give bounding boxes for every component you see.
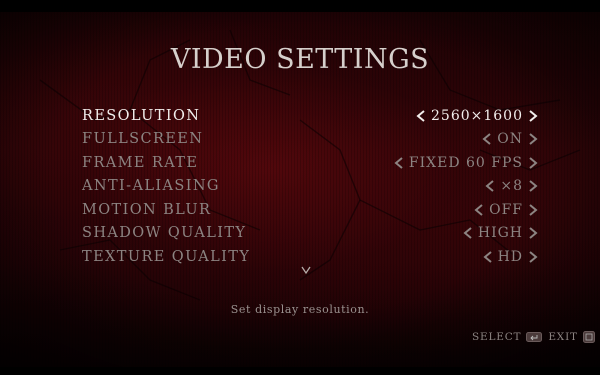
setting-label: ANTI-ALIASING xyxy=(82,178,220,195)
chevron-right-icon[interactable] xyxy=(526,179,540,193)
chevron-left-icon[interactable] xyxy=(483,179,497,193)
setting-row-anti-aliasing[interactable]: ANTI-ALIASING ×8 xyxy=(82,175,540,199)
setting-row-motion-blur[interactable]: MOTION BLUR OFF xyxy=(82,198,540,222)
setting-value-selector[interactable]: ON xyxy=(480,131,540,147)
setting-value-selector[interactable]: 2560×1600 xyxy=(414,108,540,124)
chevron-left-icon[interactable] xyxy=(480,132,494,146)
chevron-left-icon[interactable] xyxy=(414,109,428,123)
setting-value: HIGH xyxy=(477,225,523,242)
setting-label: RESOLUTION xyxy=(82,107,201,124)
chevron-right-icon[interactable] xyxy=(526,156,540,170)
chevron-left-icon[interactable] xyxy=(392,156,406,170)
chevron-right-icon[interactable] xyxy=(526,109,540,123)
chevron-left-icon[interactable] xyxy=(481,250,495,264)
setting-value-selector[interactable]: OFF xyxy=(472,202,540,218)
setting-row-resolution[interactable]: RESOLUTION 2560×1600 xyxy=(82,104,540,128)
settings-list: RESOLUTION 2560×1600 FULLSCREEN ON FRAME RAT… xyxy=(82,104,540,269)
setting-label: FULLSCREEN xyxy=(82,131,204,148)
setting-value-selector[interactable]: HD xyxy=(481,249,540,265)
setting-value: ×8 xyxy=(500,178,523,195)
setting-description: Set display resolution. xyxy=(230,303,370,316)
setting-row-fullscreen[interactable]: FULLSCREEN ON xyxy=(82,128,540,152)
setting-value: 2560×1600 xyxy=(431,107,523,124)
setting-value-selector[interactable]: FIXED 60 FPS xyxy=(392,155,540,171)
page-title: VIDEO SETTINGS xyxy=(170,44,430,75)
setting-value-selector[interactable]: HIGH xyxy=(461,225,540,241)
chevron-down-icon[interactable] xyxy=(300,264,312,276)
chevron-right-icon[interactable] xyxy=(526,250,540,264)
chevron-left-icon[interactable] xyxy=(472,203,486,217)
setting-row-shadow-quality[interactable]: SHADOW QUALITY HIGH xyxy=(82,222,540,246)
chevron-right-icon[interactable] xyxy=(526,226,540,240)
setting-label: FRAME RATE xyxy=(82,154,199,171)
setting-value-selector[interactable]: ×8 xyxy=(483,178,540,194)
enter-key-icon[interactable] xyxy=(526,332,543,342)
setting-label: MOTION BLUR xyxy=(82,201,212,218)
chevron-right-icon[interactable] xyxy=(526,132,540,146)
escape-key-icon[interactable] xyxy=(582,331,595,343)
setting-value: OFF xyxy=(489,201,523,218)
setting-value: HD xyxy=(497,248,523,265)
setting-value: FIXED 60 FPS xyxy=(408,154,523,171)
chevron-right-icon[interactable] xyxy=(526,203,540,217)
select-hint-label: SELECT xyxy=(472,331,522,343)
setting-row-frame-rate[interactable]: FRAME RATE FIXED 60 FPS xyxy=(82,151,540,175)
video-settings-screen: VIDEO SETTINGS RESOLUTION 2560×1600 FULLSC… xyxy=(0,0,600,375)
chevron-left-icon[interactable] xyxy=(461,226,475,240)
setting-label: SHADOW QUALITY xyxy=(82,225,247,242)
control-hints: SELECT EXIT xyxy=(472,331,600,343)
exit-hint-label: EXIT xyxy=(548,331,578,343)
setting-value: ON xyxy=(497,131,523,148)
setting-label: TEXTURE QUALITY xyxy=(82,248,251,265)
